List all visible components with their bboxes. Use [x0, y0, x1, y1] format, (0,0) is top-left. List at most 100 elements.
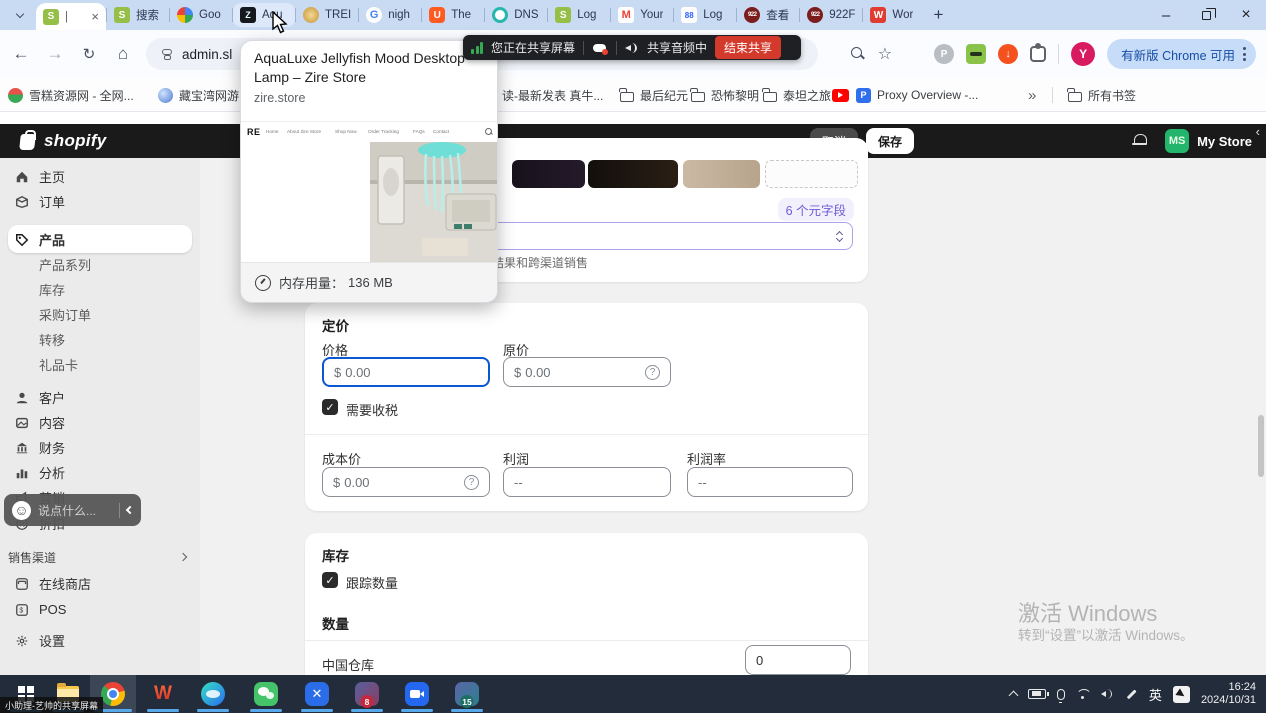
wps-button[interactable] — [143, 675, 183, 713]
profit-input[interactable] — [514, 475, 660, 490]
site-info-icon[interactable] — [160, 47, 174, 61]
sidebar-item-analytics[interactable]: 分析 — [0, 460, 200, 485]
sidebar-item-content[interactable]: 内容 — [0, 410, 200, 435]
browser-tab[interactable]: 搜索 — [107, 0, 169, 30]
extensions-puzzle-icon[interactable] — [1030, 46, 1046, 62]
sidebar-item-purchase-orders[interactable]: 采购订单 — [0, 302, 200, 327]
sidebar-item-customers[interactable]: 客户 — [0, 385, 200, 410]
sales-channels-header[interactable]: 销售渠道 — [0, 546, 200, 568]
sidebar-item-gift-cards[interactable]: 礼品卡 — [0, 352, 200, 377]
scrollbar-thumb[interactable] — [1258, 415, 1264, 477]
track-quantity-checkbox[interactable] — [322, 572, 338, 588]
save-button[interactable]: 保存 — [866, 128, 914, 154]
browser-tab[interactable]: The — [422, 0, 484, 30]
sidebar-item-inventory[interactable]: 库存 — [0, 277, 200, 302]
pen-icon[interactable] — [1125, 688, 1138, 701]
extension-icon[interactable] — [998, 44, 1018, 64]
stop-sharing-button[interactable]: 结束共享 — [715, 36, 781, 59]
profile-avatar[interactable]: Y — [1071, 42, 1095, 66]
store-menu[interactable]: MS My Store — [1165, 129, 1252, 153]
product-thumbnail[interactable] — [683, 160, 760, 188]
add-media-placeholder[interactable] — [765, 160, 858, 188]
cost-input[interactable] — [344, 475, 460, 490]
volume-icon[interactable] — [1101, 689, 1114, 700]
bookmark-item[interactable]: 雪糕资源网 - 全网... — [8, 85, 134, 105]
bookmark-folder[interactable]: 恐怖黎明 — [691, 85, 759, 105]
taskbar-clock[interactable]: 16:24 2024/10/31 — [1201, 681, 1256, 707]
metafields-link[interactable]: 6 个元字段 — [778, 198, 854, 221]
sidebar-item-finance[interactable]: 财务 — [0, 435, 200, 460]
emoji-smiley-icon[interactable] — [12, 501, 31, 520]
sidebar-item-home[interactable]: 主页 — [0, 164, 200, 189]
quantity-input[interactable] — [756, 653, 840, 668]
extension-icon[interactable] — [934, 44, 954, 64]
bookmark-folder[interactable]: 所有书签 — [1068, 85, 1136, 105]
wifi-icon[interactable] — [1076, 689, 1090, 700]
quark-button[interactable] — [193, 675, 233, 713]
sidebar-item-products[interactable]: 产品 — [0, 227, 200, 252]
browser-tab[interactable]: TREI — [296, 0, 358, 30]
bookmark-item[interactable]: 读-最新发表 真牛... — [502, 85, 603, 105]
browser-tab[interactable]: 查看 — [737, 0, 799, 30]
badged-app-15-button[interactable]: 15 — [447, 675, 487, 713]
browser-tab[interactable]: DNS — [485, 0, 547, 30]
browser-tab[interactable]: 922F — [800, 0, 862, 30]
bookmarks-overflow-icon[interactable] — [1028, 85, 1036, 105]
bookmark-item[interactable]: 藏宝湾网游 — [158, 85, 239, 105]
sidebar-item-collections[interactable]: 产品系列 — [0, 252, 200, 277]
forward-icon[interactable] — [42, 41, 68, 67]
help-icon[interactable] — [645, 365, 660, 380]
chat-overlay[interactable]: 说点什么... — [4, 494, 141, 526]
blue-x-app-button[interactable] — [297, 675, 337, 713]
close-icon[interactable] — [1226, 0, 1266, 30]
margin-input[interactable] — [698, 475, 842, 490]
bookmark-folder[interactable]: 泰坦之旅 — [763, 85, 831, 105]
new-tab-button[interactable] — [925, 2, 951, 28]
restore-icon[interactable] — [1186, 0, 1226, 30]
collapse-left-icon[interactable] — [126, 506, 134, 514]
browser-tab[interactable]: Log — [548, 0, 610, 30]
browser-tab[interactable]: nigh — [359, 0, 421, 30]
sidebar-item-orders[interactable]: 订单 — [0, 189, 200, 214]
extension-icon[interactable] — [966, 44, 986, 64]
shopify-logo[interactable]: shopify — [18, 130, 107, 152]
help-icon[interactable] — [464, 475, 479, 490]
tab-search-button[interactable] — [8, 4, 32, 26]
chrome-update-chip[interactable]: 有新版 Chrome 可用 — [1107, 39, 1256, 69]
home-icon[interactable] — [110, 41, 136, 67]
sidebar-item-transfers[interactable]: 转移 — [0, 327, 200, 352]
sidebar-item-online-store[interactable]: 在线商店 — [0, 571, 200, 596]
browser-tab[interactable]: Goo — [170, 0, 232, 30]
bookmark-star-icon[interactable] — [878, 44, 892, 64]
reload-icon[interactable] — [76, 41, 102, 67]
remote-tool-tray-icon[interactable] — [1173, 686, 1190, 703]
wechat-button[interactable] — [246, 675, 286, 713]
bookmark-item[interactable] — [832, 85, 855, 105]
charge-tax-checkbox[interactable] — [322, 399, 338, 415]
collapse-chevron-icon[interactable] — [1256, 124, 1260, 139]
product-thumbnail[interactable] — [588, 160, 678, 188]
search-icon[interactable] — [850, 46, 866, 62]
ime-indicator[interactable]: 英 — [1149, 685, 1162, 704]
back-icon[interactable] — [8, 41, 34, 67]
price-input[interactable] — [345, 365, 478, 380]
microphone-icon[interactable] — [1057, 689, 1065, 700]
bookmark-folder[interactable]: 最后纪元 — [620, 85, 688, 105]
chat-input-placeholder[interactable]: 说点什么... — [38, 502, 112, 519]
tab-close-icon[interactable] — [91, 10, 99, 23]
minimize-icon[interactable] — [1146, 0, 1186, 30]
bookmark-item[interactable]: Proxy Overview -... — [856, 85, 978, 105]
menu-kebab-icon[interactable] — [1243, 47, 1246, 61]
browser-tab-active[interactable]: | — [36, 3, 106, 30]
browser-tab[interactable]: Wor — [863, 0, 925, 30]
browser-tab[interactable]: Your — [611, 0, 673, 30]
sidebar-item-pos[interactable]: $ POS — [0, 597, 200, 622]
tray-expand-icon[interactable] — [1008, 691, 1018, 701]
compare-price-input[interactable] — [525, 365, 641, 380]
notifications-bell-icon[interactable] — [1131, 132, 1149, 150]
battery-icon[interactable] — [1028, 689, 1046, 699]
product-thumbnail[interactable] — [512, 160, 585, 188]
sidebar-item-settings[interactable]: 设置 — [0, 628, 200, 653]
meeting-app-button[interactable] — [397, 675, 437, 713]
badged-app-8-button[interactable]: 8 — [347, 675, 387, 713]
